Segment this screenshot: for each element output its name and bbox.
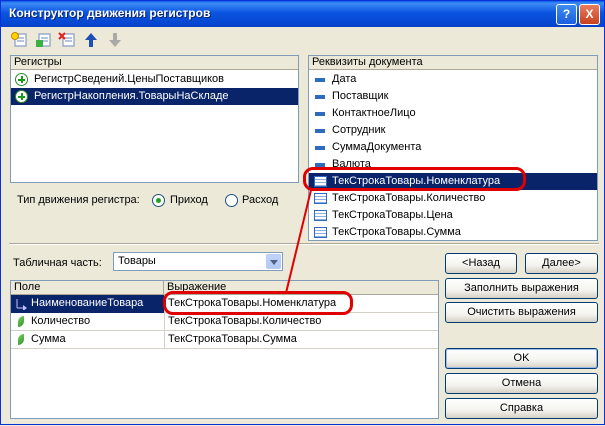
annotation-arrow-line [285,189,312,294]
constructor-window: Конструктор движения регистров ? X Регис… [0,0,605,425]
